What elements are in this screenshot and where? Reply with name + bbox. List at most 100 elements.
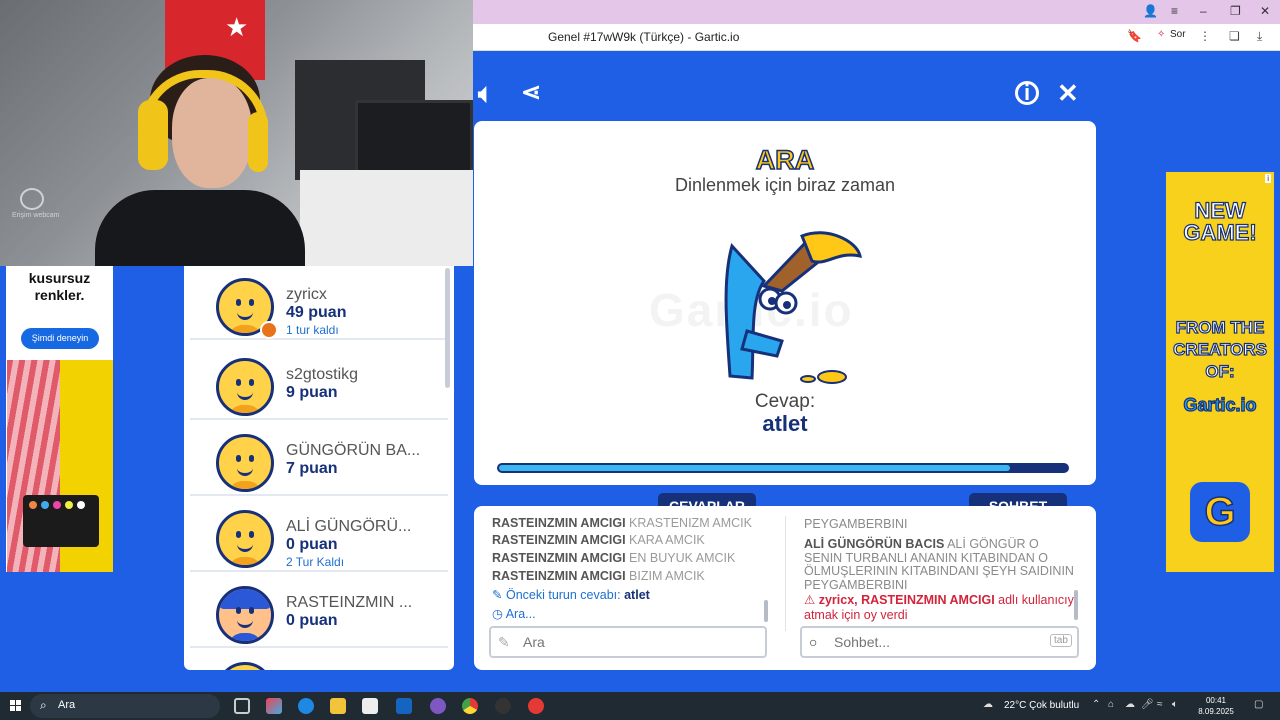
tabs-icon[interactable]: ❏ xyxy=(1229,29,1240,43)
webcam-icon xyxy=(20,188,44,210)
panel-divider xyxy=(785,516,786,631)
chat-message: ALİ GÜNGÖRÜN BACIS ALİ GÖNGÜR O SENIN TU… xyxy=(804,537,1074,592)
pencil-icon: ✎ xyxy=(498,634,510,650)
ad-photo xyxy=(7,360,113,572)
taskbar-search[interactable]: ⌕ Ara xyxy=(30,694,220,718)
edge-icon[interactable] xyxy=(298,698,314,714)
webcam-label: Erişim webcam xyxy=(12,212,60,219)
taskbar-clock[interactable]: 00:41 8.09.2025 xyxy=(1198,695,1234,717)
pencil-icon: ✎ xyxy=(492,588,503,602)
player-row: s2gtostikg 9 puan xyxy=(190,346,448,420)
bookmark-icon[interactable]: 🔖 xyxy=(1127,29,1142,43)
player-points: 0 puan xyxy=(286,536,338,553)
info-icon[interactable]: i xyxy=(1015,81,1039,105)
mascot-illustration xyxy=(724,231,862,384)
left-advertisement[interactable]: kusursuz renkler. Şimdi deneyin xyxy=(6,266,113,572)
chat-input[interactable] xyxy=(800,626,1079,658)
player-row: zyricx 49 puan 1 tur kaldı xyxy=(190,266,448,340)
answer-entry: RASTEINZMIN AMCIGI KRASTENIZM AMCIK xyxy=(492,516,752,530)
chat-bubble-icon: ○ xyxy=(809,634,818,650)
clock-date: 8.09.2025 xyxy=(1198,707,1234,716)
file-explorer-icon[interactable] xyxy=(330,698,346,714)
washer-image xyxy=(300,170,473,266)
player-row: RASTEINZMIN ... 0 puan xyxy=(190,574,448,648)
game-card: ARA Dinlenmek için biraz zaman Gartic.io… xyxy=(474,121,1096,485)
download-icon[interactable]: ⤓ xyxy=(1257,29,1262,44)
ad-info-icon[interactable]: i xyxy=(1265,174,1271,183)
wifi-icon[interactable]: ≈ xyxy=(1157,699,1163,710)
sound-icon[interactable]: 🔈︎ xyxy=(478,78,494,110)
answer-input[interactable] xyxy=(489,626,767,658)
close-window-icon[interactable]: ✕ xyxy=(1260,4,1270,18)
profile-icon[interactable]: 👤 xyxy=(1143,4,1158,18)
weather-text[interactable]: 22°C Çok bulutlu xyxy=(1004,700,1079,711)
discord-icon[interactable] xyxy=(430,698,446,714)
task-view-icon[interactable] xyxy=(234,698,250,714)
previous-answer-note: ✎ Önceki turun cevabı: atlet xyxy=(492,588,650,602)
headphone-left xyxy=(138,100,168,170)
player-name: s2gtostikg xyxy=(286,366,359,383)
outlook-icon[interactable] xyxy=(396,698,412,714)
cloud-icon[interactable]: ☁ xyxy=(1125,699,1135,710)
sor-icon[interactable]: ✧ xyxy=(1157,29,1165,40)
chrome-icon[interactable] xyxy=(462,698,478,714)
player-name: ALİ GÜNGÖRÜ... xyxy=(286,518,412,535)
notification-icon[interactable]: ▢ xyxy=(1254,699,1263,710)
player-name: GÜNGÖRÜN BA... xyxy=(286,442,421,459)
menu-icon[interactable]: ≡ xyxy=(1171,4,1178,18)
answer-label: Cevap: xyxy=(754,391,816,412)
restore-icon[interactable]: ❐ xyxy=(1230,4,1241,18)
answer-entry: RASTEINZMIN AMCIGI EN BUYUK AMCIK xyxy=(492,551,736,565)
player-row xyxy=(190,650,448,670)
webcam-feed: ★ Erişim webcam xyxy=(0,0,473,266)
player-points: 49 puan xyxy=(286,304,347,321)
player-list-scrollbar[interactable] xyxy=(445,268,450,388)
windows-taskbar: ⌕ Ara ☁ 22°C Çok bulutlu ⌃ ⌂ ☁ 🎤︎ ≈ 🔈︎ 0… xyxy=(0,692,1280,720)
yandex-icon[interactable] xyxy=(528,698,544,714)
state-subtitle: Dinlenmek için biraz zaman xyxy=(674,175,896,195)
share-icon[interactable]: ⋖ xyxy=(521,78,541,107)
avatar xyxy=(216,358,274,416)
answers-scrollbar[interactable] xyxy=(764,600,768,622)
weather-icon: ☁ xyxy=(983,699,993,710)
player-name: zyricx xyxy=(286,286,327,303)
volume-icon[interactable]: 🔈︎ xyxy=(1172,699,1178,710)
ad-headline: kusursuz renkler. xyxy=(28,270,91,303)
chat-scrollbar[interactable] xyxy=(1074,590,1078,620)
player-points: 9 puan xyxy=(286,384,338,401)
player-row: ALİ GÜNGÖRÜ... 0 puan 2 Tur Kaldı xyxy=(190,498,448,572)
player-name: RASTEINZMIN ... xyxy=(286,594,413,611)
search-icon: ⌕ xyxy=(40,698,47,712)
right-advertisement[interactable]: i NEW GAME! FROM THE CREATORS OF: Gartic… xyxy=(1166,172,1274,572)
player-row: GÜNGÖRÜN BA... 7 puan xyxy=(190,422,448,496)
taskbar-search-label: Ara xyxy=(58,699,76,711)
sor-button[interactable]: Sor xyxy=(1170,29,1186,40)
chat-fragment: PEYGAMBERBINI xyxy=(804,517,908,531)
store-icon[interactable] xyxy=(362,698,378,714)
close-icon[interactable]: ✕ xyxy=(1057,78,1079,109)
player-list: zyricx 49 puan 1 tur kaldı s2gtostikg 9 … xyxy=(184,266,454,670)
ad-cta-button[interactable]: Şimdi deneyin xyxy=(21,328,99,349)
ad-gartic-logo: Gartic.io xyxy=(1183,394,1257,415)
avatar xyxy=(216,434,274,492)
copilot-icon[interactable] xyxy=(266,698,282,714)
ad-app-icon: G xyxy=(1190,482,1250,542)
headphone-right xyxy=(248,112,268,172)
round-progress-fill xyxy=(499,465,1010,471)
tray-chevron-icon[interactable]: ⌃ xyxy=(1092,699,1100,710)
more-icon[interactable]: ⋮ xyxy=(1199,29,1211,43)
round-progress-bar xyxy=(497,463,1069,473)
player-points: 7 puan xyxy=(286,460,338,477)
mic-icon[interactable]: 🎤︎ xyxy=(1141,699,1154,710)
minimize-icon[interactable]: – xyxy=(1200,4,1207,18)
avatar xyxy=(216,662,274,670)
tab-key-hint: tab xyxy=(1050,634,1072,647)
waiting-note: ◷ Ara... xyxy=(492,607,536,621)
obs-icon[interactable] xyxy=(495,698,511,714)
network-icon[interactable]: ⌂ xyxy=(1108,699,1114,710)
answer-entry: RASTEINZMIN AMCIGI BIZIM AMCIK xyxy=(492,569,705,583)
vote-kick-warning: ⚠ zyricx, RASTEINZMIN AMCIGI adlı kullan… xyxy=(804,593,1078,622)
player-points: 0 puan xyxy=(286,612,338,629)
windows-start-icon[interactable] xyxy=(10,700,22,712)
answer-word: atlet xyxy=(762,411,808,436)
